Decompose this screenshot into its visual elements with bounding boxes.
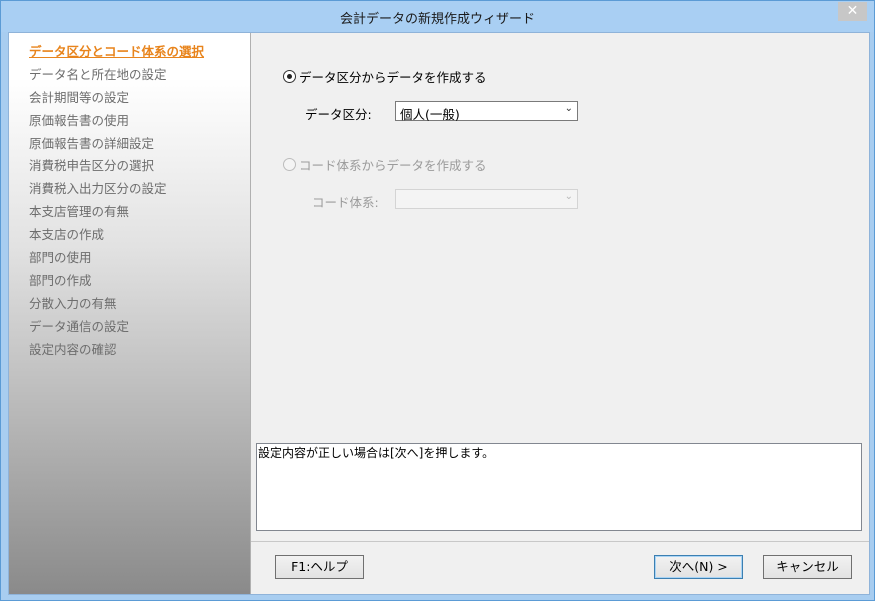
divider bbox=[251, 541, 869, 542]
step-department-usage: 部門の使用 bbox=[29, 250, 92, 265]
radio-data-category[interactable]: データ区分からデータを作成する bbox=[283, 67, 487, 86]
step-data-communication: データ通信の設定 bbox=[29, 319, 130, 334]
step-branch-management: 本支店管理の有無 bbox=[29, 204, 130, 219]
step-department-creation: 部門の作成 bbox=[29, 273, 92, 288]
radio-unselected-icon bbox=[283, 158, 296, 171]
next-button[interactable]: 次へ(N) > bbox=[654, 555, 743, 579]
message-text: 設定内容が正しい場合は[次へ]を押します。 bbox=[258, 446, 495, 460]
title-bar[interactable]: 会計データの新規作成ウィザード ✕ bbox=[1, 1, 874, 32]
step-cost-report-usage: 原価報告書の使用 bbox=[29, 113, 130, 128]
message-box: 設定内容が正しい場合は[次へ]を押します。 bbox=[256, 443, 862, 531]
chevron-down-icon: ⌄ bbox=[564, 103, 573, 114]
code-system-label: コード体系: bbox=[312, 195, 379, 210]
wizard-body: データ区分とコード体系の選択 データ名と所在地の設定 会計期間等の設定 原価報告… bbox=[8, 32, 870, 595]
radio-code-system[interactable]: コード体系からデータを作成する bbox=[283, 155, 487, 174]
close-button[interactable]: ✕ bbox=[838, 2, 867, 21]
step-data-category-code-system: データ区分とコード体系の選択 bbox=[29, 44, 205, 59]
step-consumption-tax-io: 消費税入出力区分の設定 bbox=[29, 181, 167, 196]
step-confirm-settings: 設定内容の確認 bbox=[29, 342, 117, 357]
step-branch-creation: 本支店の作成 bbox=[29, 227, 105, 242]
window-title: 会計データの新規作成ウィザード bbox=[339, 12, 535, 27]
radio-selected-icon bbox=[283, 70, 296, 83]
radio-data-category-label: データ区分からデータを作成する bbox=[299, 70, 487, 85]
step-cost-report-detail: 原価報告書の詳細設定 bbox=[29, 136, 155, 151]
step-consumption-tax-filing: 消費税申告区分の選択 bbox=[29, 158, 155, 173]
step-distributed-input: 分散入力の有無 bbox=[29, 296, 117, 311]
radio-code-system-label: コード体系からデータを作成する bbox=[299, 158, 487, 173]
cancel-button[interactable]: キャンセル bbox=[763, 555, 852, 579]
data-category-select[interactable]: 個人(一般) ⌄ bbox=[395, 101, 578, 122]
step-accounting-period: 会計期間等の設定 bbox=[29, 90, 130, 105]
wizard-steps-sidebar: データ区分とコード体系の選択 データ名と所在地の設定 会計期間等の設定 原価報告… bbox=[9, 33, 251, 594]
help-button[interactable]: F1:ヘルプ bbox=[275, 555, 364, 579]
data-category-value: 個人(一般) bbox=[400, 107, 460, 122]
data-category-label: データ区分: bbox=[305, 107, 372, 122]
step-data-name-location: データ名と所在地の設定 bbox=[29, 67, 167, 82]
wizard-window: 会計データの新規作成ウィザード ✕ データ区分とコード体系の選択 データ名と所在… bbox=[0, 0, 875, 601]
code-system-select[interactable]: ⌄ bbox=[395, 189, 578, 209]
chevron-down-icon: ⌄ bbox=[564, 191, 573, 202]
wizard-content: データ区分からデータを作成する データ区分: 個人(一般) ⌄ コード体系からデ… bbox=[251, 33, 869, 594]
close-icon: ✕ bbox=[846, 3, 859, 19]
